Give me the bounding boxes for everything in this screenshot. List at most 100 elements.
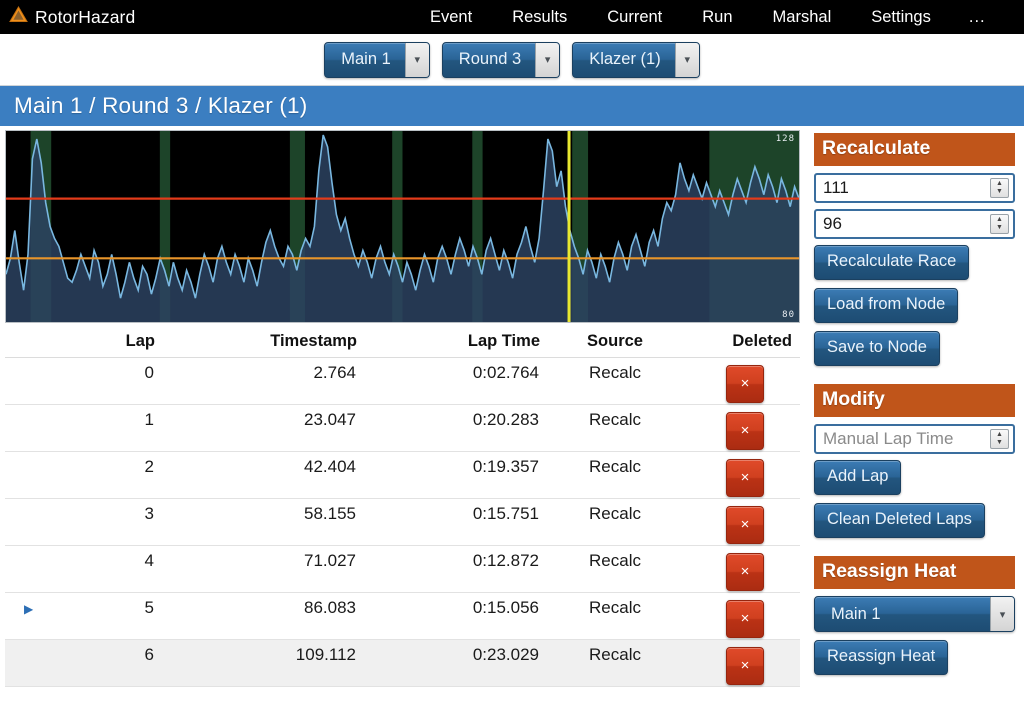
heat-select-value: Main 1: [341, 50, 391, 68]
delete-lap-button[interactable]: ×: [726, 459, 764, 497]
heat-select[interactable]: Main 1 ▾: [324, 41, 430, 78]
reassign-heat-select[interactable]: Main 1 ▾: [814, 596, 1015, 632]
chart-min-label: 80: [782, 310, 795, 320]
rssi-chart-canvas: [6, 131, 799, 322]
cell-deleted: ×: [690, 498, 800, 546]
enter-at-input[interactable]: 111 ▲ ▼: [814, 173, 1015, 203]
brand-name: RotorHazard: [35, 6, 136, 27]
page-title-bar: Main 1 / Round 3 / Klazer (1): [0, 86, 1024, 126]
nav-item-marshal[interactable]: Marshal: [753, 8, 852, 27]
cell-source: Recalc: [540, 639, 690, 687]
table-row[interactable]: 3 58.155 0:15.751 Recalc ×: [5, 498, 800, 546]
cell-deleted: ×: [690, 545, 800, 593]
reassign-heat-select-value: Main 1: [831, 604, 881, 623]
chart-max-label: 128: [775, 134, 795, 144]
play-triangle-icon: ▶: [24, 602, 34, 616]
cell-lap-time: 0:20.283: [357, 404, 540, 452]
clean-deleted-laps-button[interactable]: Clean Deleted Laps: [814, 503, 985, 538]
cell-timestamp: 109.112: [155, 639, 357, 687]
table-row[interactable]: 6 109.112 0:23.029 Recalc ×: [5, 639, 800, 687]
cell-lap: 5: [51, 592, 155, 640]
cell-timestamp: 2.764: [155, 357, 357, 405]
cell-source: Recalc: [540, 592, 690, 640]
cell-lap-time: 0:15.751: [357, 498, 540, 546]
exit-at-stepper[interactable]: ▲ ▼: [990, 214, 1009, 234]
cell-timestamp: 23.047: [155, 404, 357, 452]
delete-lap-button[interactable]: ×: [726, 506, 764, 544]
add-lap-button[interactable]: Add Lap: [814, 460, 902, 495]
cell-timestamp: 42.404: [155, 451, 357, 499]
table-row[interactable]: 2 42.404 0:19.357 Recalc ×: [5, 451, 800, 499]
nav-item-event[interactable]: Event: [410, 8, 492, 27]
cell-lap: 1: [51, 404, 155, 452]
chevron-down-icon: ▾: [990, 597, 1014, 631]
cell-deleted: ×: [690, 592, 800, 640]
selector-strip: Main 1 ▾ Round 3 ▾ Klazer (1) ▾: [0, 34, 1024, 86]
lap-table: Lap Timestamp Lap Time Source Deleted 02…: [5, 328, 800, 687]
chevron-down-icon: ▾: [674, 42, 699, 77]
delete-lap-button[interactable]: ×: [726, 600, 764, 638]
cell-lap-time: 0:02.764: [357, 357, 540, 405]
cell-lap-time: 0:19.357: [357, 451, 540, 499]
load-from-node-button[interactable]: Load from Node: [814, 288, 959, 323]
reassign-heat-button[interactable]: Reassign Heat: [814, 640, 949, 675]
row-selected-marker: [5, 545, 51, 593]
row-selected-marker: [5, 404, 51, 452]
round-select-value: Round 3: [458, 50, 522, 68]
cell-lap: 2: [51, 451, 155, 499]
recalculate-race-button[interactable]: Recalculate Race: [814, 245, 970, 280]
exit-at-input[interactable]: 96 ▲ ▼: [814, 209, 1015, 239]
cell-source: Recalc: [540, 451, 690, 499]
recalculate-heading: Recalculate: [814, 133, 1015, 166]
round-select[interactable]: Round 3 ▾: [441, 41, 561, 78]
cell-lap-time: 0:12.872: [357, 545, 540, 593]
sidebar: Recalculate 111 ▲ ▼ 96 ▲ ▼ Recalculate Rac…: [805, 126, 1024, 675]
manual-lap-time-stepper[interactable]: ▲ ▼: [990, 429, 1009, 449]
delete-lap-button[interactable]: ×: [726, 553, 764, 591]
table-row[interactable]: ▶ 5 86.083 0:15.056 Recalc ×: [5, 592, 800, 640]
nav-item-results[interactable]: Results: [492, 8, 587, 27]
enter-at-stepper[interactable]: ▲ ▼: [990, 178, 1009, 198]
table-header-lap: Lap: [51, 328, 155, 358]
cell-deleted: ×: [690, 639, 800, 687]
nav-item-current[interactable]: Current: [587, 8, 682, 27]
cell-lap: 0: [51, 357, 155, 405]
nav-item-settings[interactable]: Settings: [851, 8, 951, 27]
content-area: 128 80 Lap Timestamp Lap Time Source Del…: [0, 126, 1024, 687]
manual-lap-time-input[interactable]: Manual Lap Time ▲ ▼: [814, 424, 1015, 454]
nav-item-more[interactable]: ...: [951, 8, 1000, 27]
cell-lap-time: 0:23.029: [357, 639, 540, 687]
row-selected-marker: [5, 451, 51, 499]
table-header-deleted: Deleted: [690, 328, 800, 358]
nav-item-run[interactable]: Run: [682, 8, 752, 27]
pilot-select-value: Klazer (1): [589, 50, 661, 68]
row-selected-marker: ▶: [5, 592, 51, 640]
table-row[interactable]: 1 23.047 0:20.283 Recalc ×: [5, 404, 800, 452]
cell-timestamp: 71.027: [155, 545, 357, 593]
pilot-select[interactable]: Klazer (1) ▾: [572, 41, 700, 78]
table-header-marker: [5, 328, 51, 358]
cell-deleted: ×: [690, 404, 800, 452]
table-row[interactable]: 0 2.764 0:02.764 Recalc ×: [5, 357, 800, 405]
chevron-down-icon: ▾: [404, 42, 429, 77]
brand-logo[interactable]: RotorHazard: [0, 6, 135, 28]
cell-lap: 3: [51, 498, 155, 546]
delete-lap-button[interactable]: ×: [726, 365, 764, 403]
cell-source: Recalc: [540, 498, 690, 546]
cell-deleted: ×: [690, 357, 800, 405]
cell-timestamp: 58.155: [155, 498, 357, 546]
rssi-chart[interactable]: 128 80: [5, 130, 800, 323]
reassign-heat-heading: Reassign Heat: [814, 556, 1015, 589]
cell-source: Recalc: [540, 404, 690, 452]
delete-lap-button[interactable]: ×: [726, 647, 764, 685]
cell-timestamp: 86.083: [155, 592, 357, 640]
lap-table-body: 0 2.764 0:02.764 Recalc × 1 23.047 0:20.283 Reca…: [5, 357, 800, 687]
table-row[interactable]: 4 71.027 0:12.872 Recalc ×: [5, 545, 800, 593]
cell-source: Recalc: [540, 357, 690, 405]
delete-lap-button[interactable]: ×: [726, 412, 764, 450]
cell-lap: 6: [51, 639, 155, 687]
manual-lap-time-placeholder: Manual Lap Time: [823, 429, 954, 448]
save-to-node-button[interactable]: Save to Node: [814, 331, 940, 366]
